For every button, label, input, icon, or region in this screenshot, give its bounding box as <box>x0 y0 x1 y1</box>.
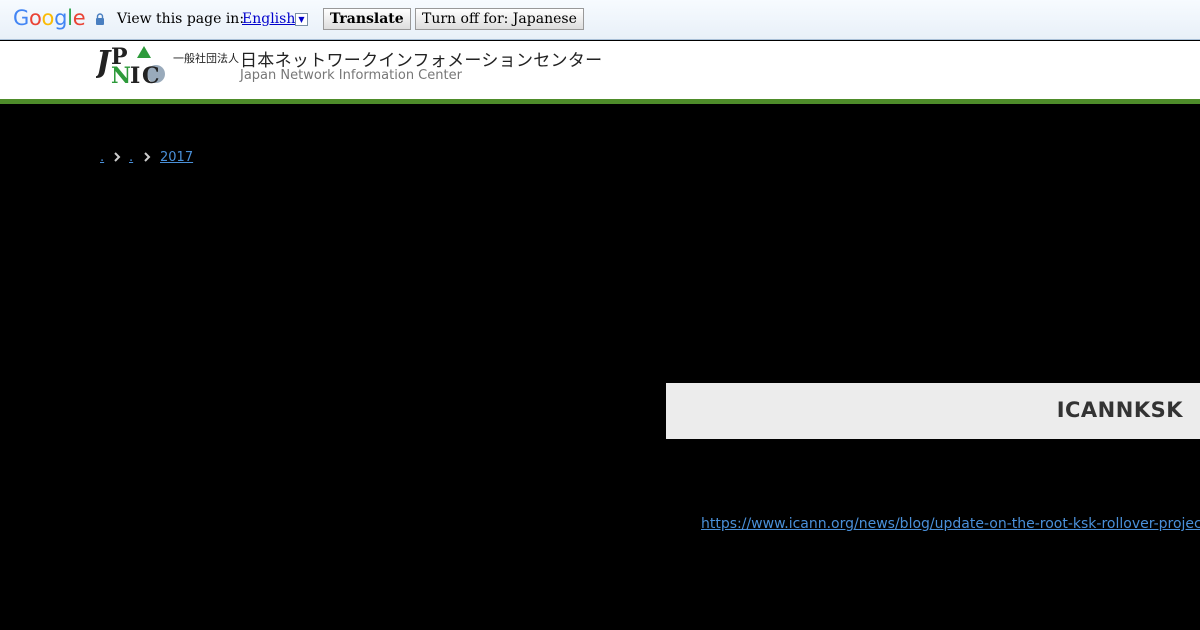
chevron-down-icon[interactable]: ▼ <box>295 13 308 26</box>
svg-text:N: N <box>111 63 131 86</box>
org-type-label: 一般社団法人 <box>173 52 239 65</box>
lock-icon <box>95 13 105 25</box>
google-logo: Google <box>13 6 86 30</box>
breadcrumb-item-year[interactable]: 2017 <box>160 150 193 165</box>
breadcrumb-item-section[interactable]: . <box>129 150 133 165</box>
chevron-right-icon <box>142 151 152 163</box>
article-title: ICANNKSK <box>1056 398 1183 422</box>
org-name-english: Japan Network Information Center <box>240 68 462 83</box>
header-accent-stripe <box>0 99 1200 104</box>
external-link[interactable]: https://www.icann.org/news/blog/update-o… <box>701 516 1200 532</box>
svg-text:I: I <box>130 63 140 86</box>
translate-button[interactable]: Translate <box>323 8 411 30</box>
svg-text:C: C <box>142 63 160 86</box>
chevron-right-icon <box>112 151 122 163</box>
breadcrumb-item-home[interactable]: . <box>100 150 104 165</box>
svg-text:J: J <box>96 45 112 80</box>
article-title-bar: ICANNKSK <box>666 383 1200 439</box>
jpnic-logo[interactable]: J P N I C <box>91 42 170 89</box>
language-select[interactable]: English <box>242 11 295 27</box>
translate-prompt: View this page in: <box>117 11 245 27</box>
turn-off-translation-button[interactable]: Turn off for: Japanese <box>415 8 584 30</box>
translate-bar: Google View this page in: English ▼ Tran… <box>0 0 1200 40</box>
